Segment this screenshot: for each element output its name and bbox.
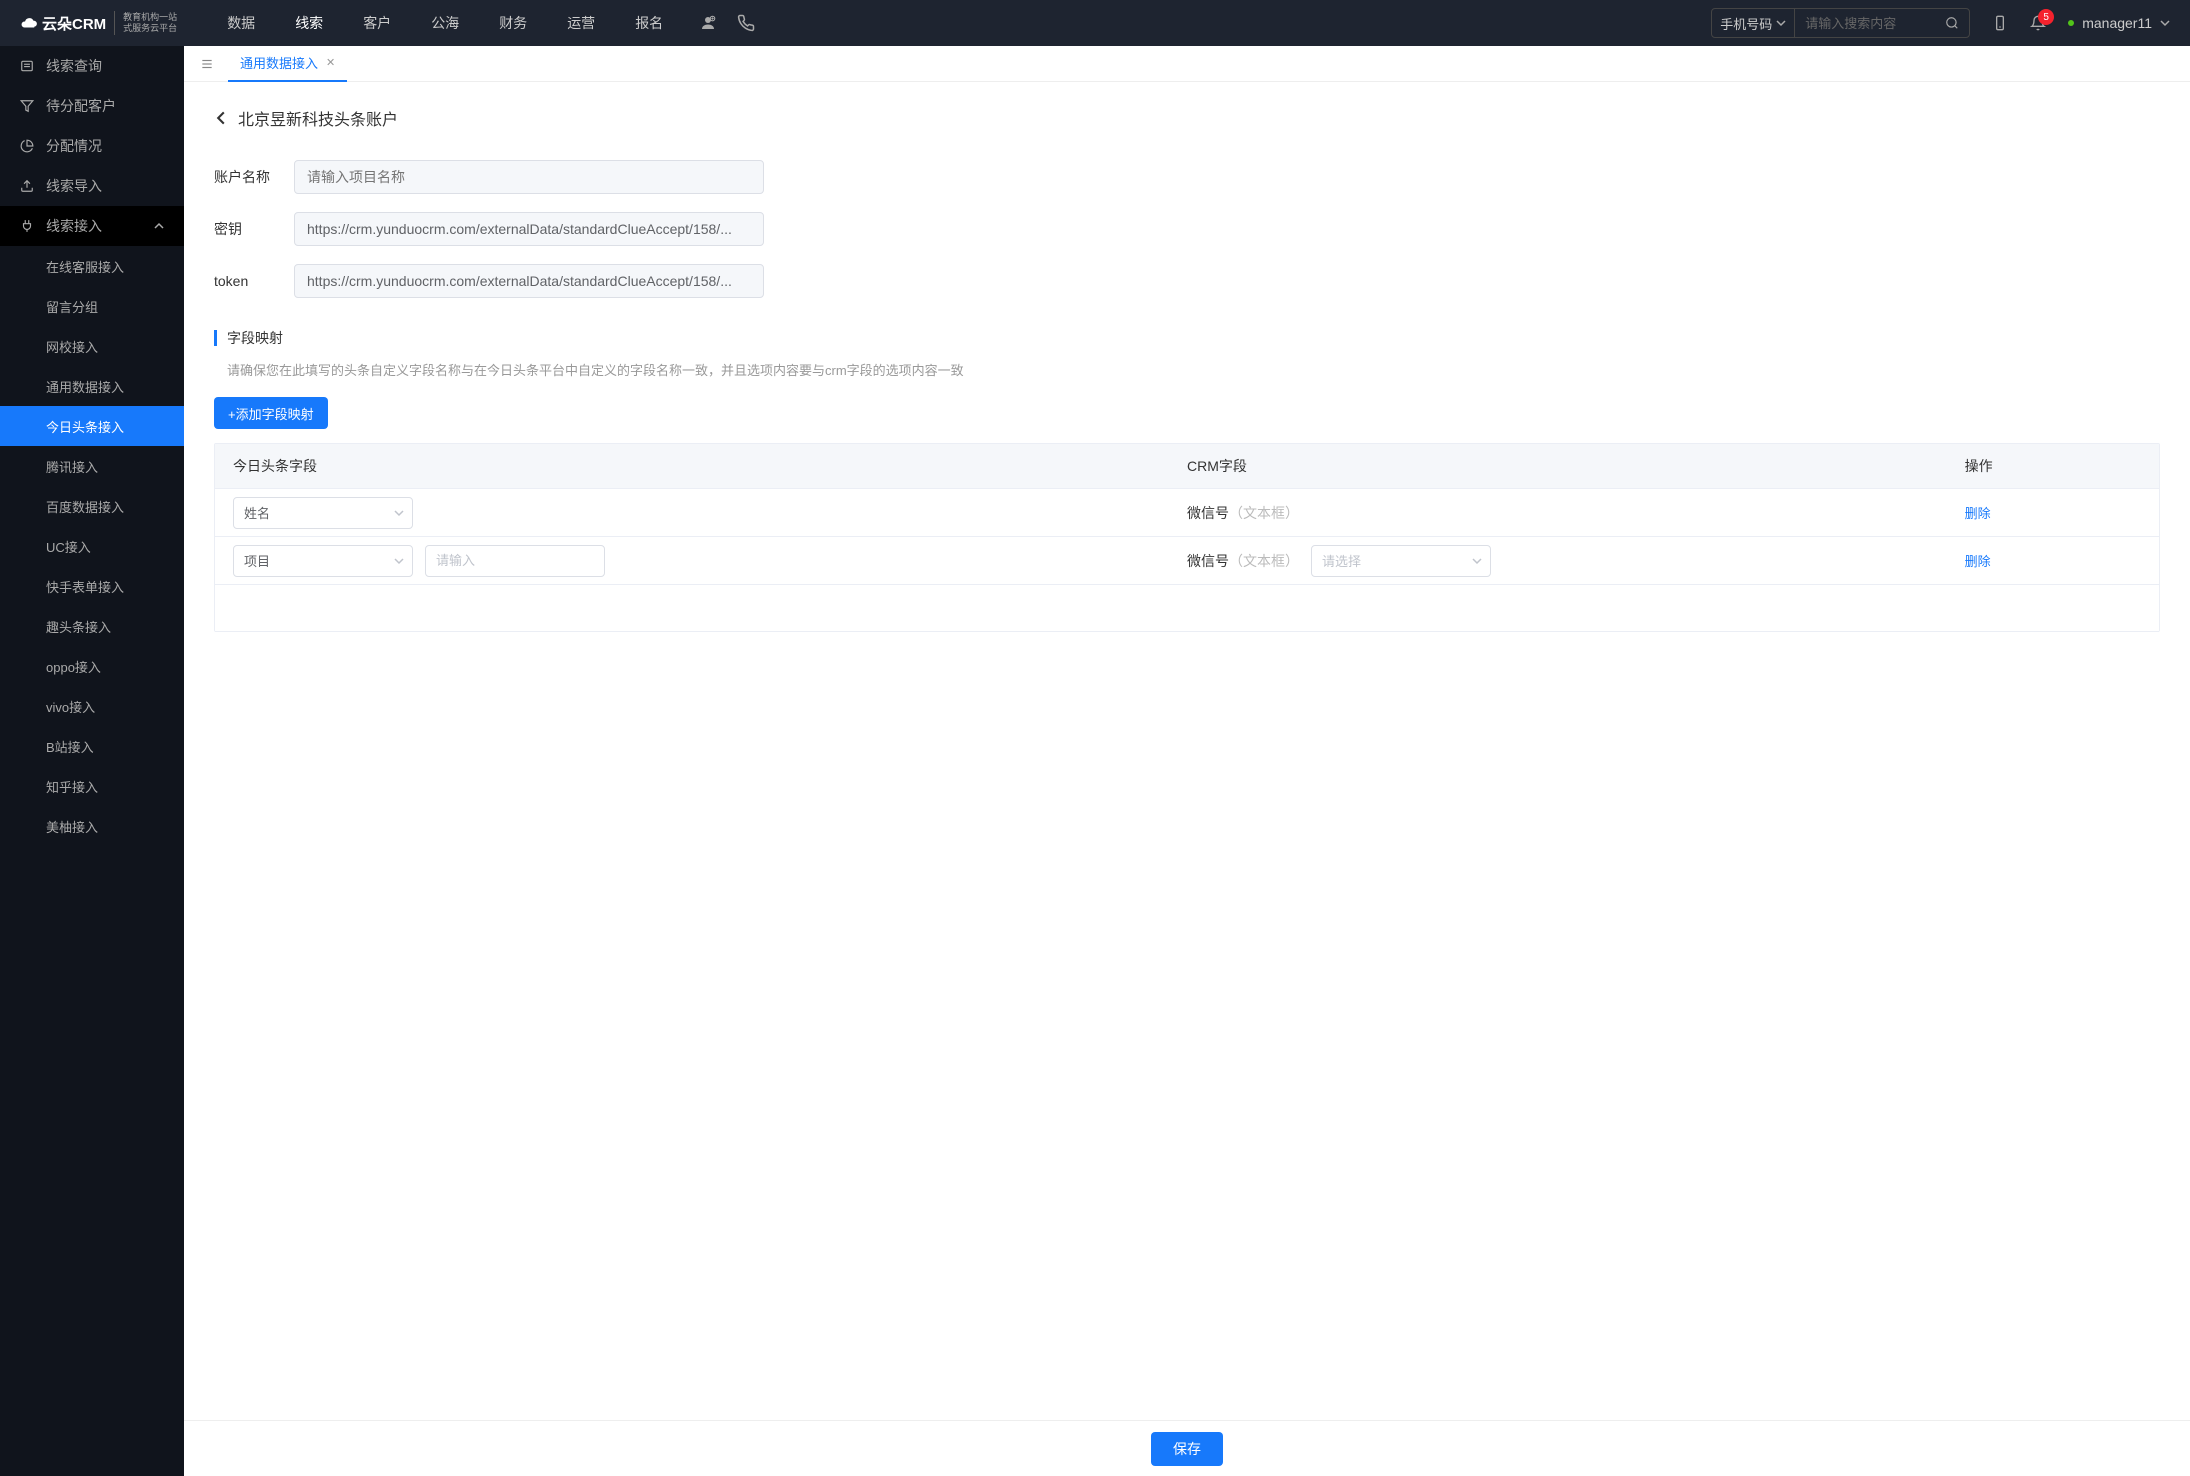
secret-label: 密钥 [214,219,294,239]
sidebar-sub-item[interactable]: 网校接入 [0,326,184,366]
token-label: token [214,273,294,289]
secret-input[interactable] [294,212,764,246]
sidebar-sub-item[interactable]: 留言分组 [0,286,184,326]
status-dot [2068,20,2074,26]
table-row: 姓名 微信号（文本框） 删除 [215,488,2159,536]
sidebar-item-pending-customer[interactable]: 待分配客户 [0,86,184,126]
chevron-down-icon [2160,18,2170,28]
nav-finance[interactable]: 财务 [499,13,527,33]
crm-field-hint: （文本框） [1229,505,1299,521]
th-toutiao-field: 今日头条字段 [215,456,1187,476]
crm-field-label: 微信号 [1187,553,1229,569]
sidebar-sub-item[interactable]: vivo接入 [0,686,184,726]
th-action: 操作 [1965,456,2159,476]
sidebar-sub-item[interactable]: 通用数据接入 [0,366,184,406]
chevron-down-icon [394,556,404,566]
nav-customer[interactable]: 客户 [363,13,391,33]
user-plus-icon[interactable] [699,14,717,32]
chevron-down-icon [394,508,404,518]
bell-icon[interactable]: 5 [2030,15,2046,31]
search-group: 手机号码 [1711,8,1970,38]
sidebar-item-clue-query[interactable]: 线索查询 [0,46,184,86]
chevron-up-icon [154,221,164,231]
sidebar-sub-item[interactable]: 腾讯接入 [0,446,184,486]
user-menu[interactable]: manager11 [2068,15,2170,31]
account-name-input[interactable] [294,160,764,194]
sidebar-item-clue-import[interactable]: 线索导入 [0,166,184,206]
section-title: 字段映射 [227,328,283,348]
save-button[interactable]: 保存 [1151,1432,1223,1466]
account-name-label: 账户名称 [214,167,294,187]
table-row: 项目 微信号（文本框） 请选择 [215,536,2159,584]
plug-icon [20,219,34,233]
sidebar-sub-item[interactable]: 美柚接入 [0,806,184,846]
crm-field-label: 微信号 [1187,505,1229,521]
search-icon [1945,16,1959,30]
toutiao-field-select[interactable]: 姓名 [233,497,413,529]
crm-field-hint: （文本框） [1229,553,1299,569]
main-nav: 数据 线索 客户 公海 财务 运营 报名 [227,13,663,33]
chevron-left-icon [214,111,228,125]
sidebar-sub-item[interactable]: 今日头条接入 [0,406,184,446]
filter-icon [20,99,34,113]
delete-link[interactable]: 删除 [1965,506,1991,521]
sidebar-sub-item[interactable]: 趣头条接入 [0,606,184,646]
chevron-down-icon [1776,18,1786,28]
sidebar-item-clue-access[interactable]: 线索接入 [0,206,184,246]
nav-data[interactable]: 数据 [227,13,255,33]
menu-fold-icon [200,57,214,71]
crm-field-select[interactable]: 请选择 [1311,545,1491,577]
search-button[interactable] [1935,16,1969,30]
sidebar-sub-item[interactable]: oppo接入 [0,646,184,686]
page-title: 北京昱新科技头条账户 [238,106,398,130]
footer-bar: 保存 [184,1420,2190,1476]
cloud-icon [20,14,38,32]
mobile-icon[interactable] [1992,15,2008,31]
back-button[interactable] [214,111,228,125]
search-type-select[interactable]: 手机号码 [1712,9,1795,37]
collapse-sidebar-button[interactable] [194,57,220,71]
sidebar-item-distribution[interactable]: 分配情况 [0,126,184,166]
logo: 云朵CRM 教育机构一站式服务云平台 [20,11,177,35]
sidebar-sub-item[interactable]: B站接入 [0,726,184,766]
search-input[interactable] [1795,16,1935,31]
chevron-down-icon [1472,556,1482,566]
phone-icon[interactable] [737,14,755,32]
notification-badge: 5 [2038,9,2054,25]
tab-general-data-access[interactable]: 通用数据接入 ✕ [228,46,347,82]
th-crm-field: CRM字段 [1187,456,1965,476]
close-icon[interactable]: ✕ [326,56,335,69]
user-name: manager11 [2082,15,2152,31]
nav-public[interactable]: 公海 [431,13,459,33]
table-empty-row [215,584,2159,632]
table-header: 今日头条字段 CRM字段 操作 [215,444,2159,488]
delete-link[interactable]: 删除 [1965,554,1991,569]
pie-icon [20,139,34,153]
nav-signup[interactable]: 报名 [635,13,663,33]
add-field-mapping-button[interactable]: +添加字段映射 [214,397,328,429]
sidebar-sub-item[interactable]: 百度数据接入 [0,486,184,526]
field-mapping-table: 今日头条字段 CRM字段 操作 姓名 微信号（文本框 [214,443,2160,632]
sidebar-sub-item[interactable]: 快手表单接入 [0,566,184,606]
main-content: 通用数据接入 ✕ 北京昱新科技头条账户 账户名称 密钥 [184,46,2190,1476]
section-bar [214,330,217,346]
tabs-bar: 通用数据接入 ✕ [184,46,2190,82]
token-input[interactable] [294,264,764,298]
sidebar-sub-item[interactable]: UC接入 [0,526,184,566]
nav-clue[interactable]: 线索 [295,13,323,33]
top-header: 云朵CRM 教育机构一站式服务云平台 数据 线索 客户 公海 财务 运营 报名 … [0,0,2190,46]
nav-operation[interactable]: 运营 [567,13,595,33]
sidebar-sub-item[interactable]: 在线客服接入 [0,246,184,286]
section-description: 请确保您在此填写的头条自定义字段名称与在今日头条平台中自定义的字段名称一致，并且… [227,360,2160,379]
list-icon [20,59,34,73]
extra-input[interactable] [425,545,605,577]
upload-icon [20,179,34,193]
sidebar: 线索查询 待分配客户 分配情况 线索导入 线索接入 在线客服接入留言分组网校接入… [0,46,184,1476]
toutiao-field-select[interactable]: 项目 [233,545,413,577]
sidebar-sub-item[interactable]: 知乎接入 [0,766,184,806]
